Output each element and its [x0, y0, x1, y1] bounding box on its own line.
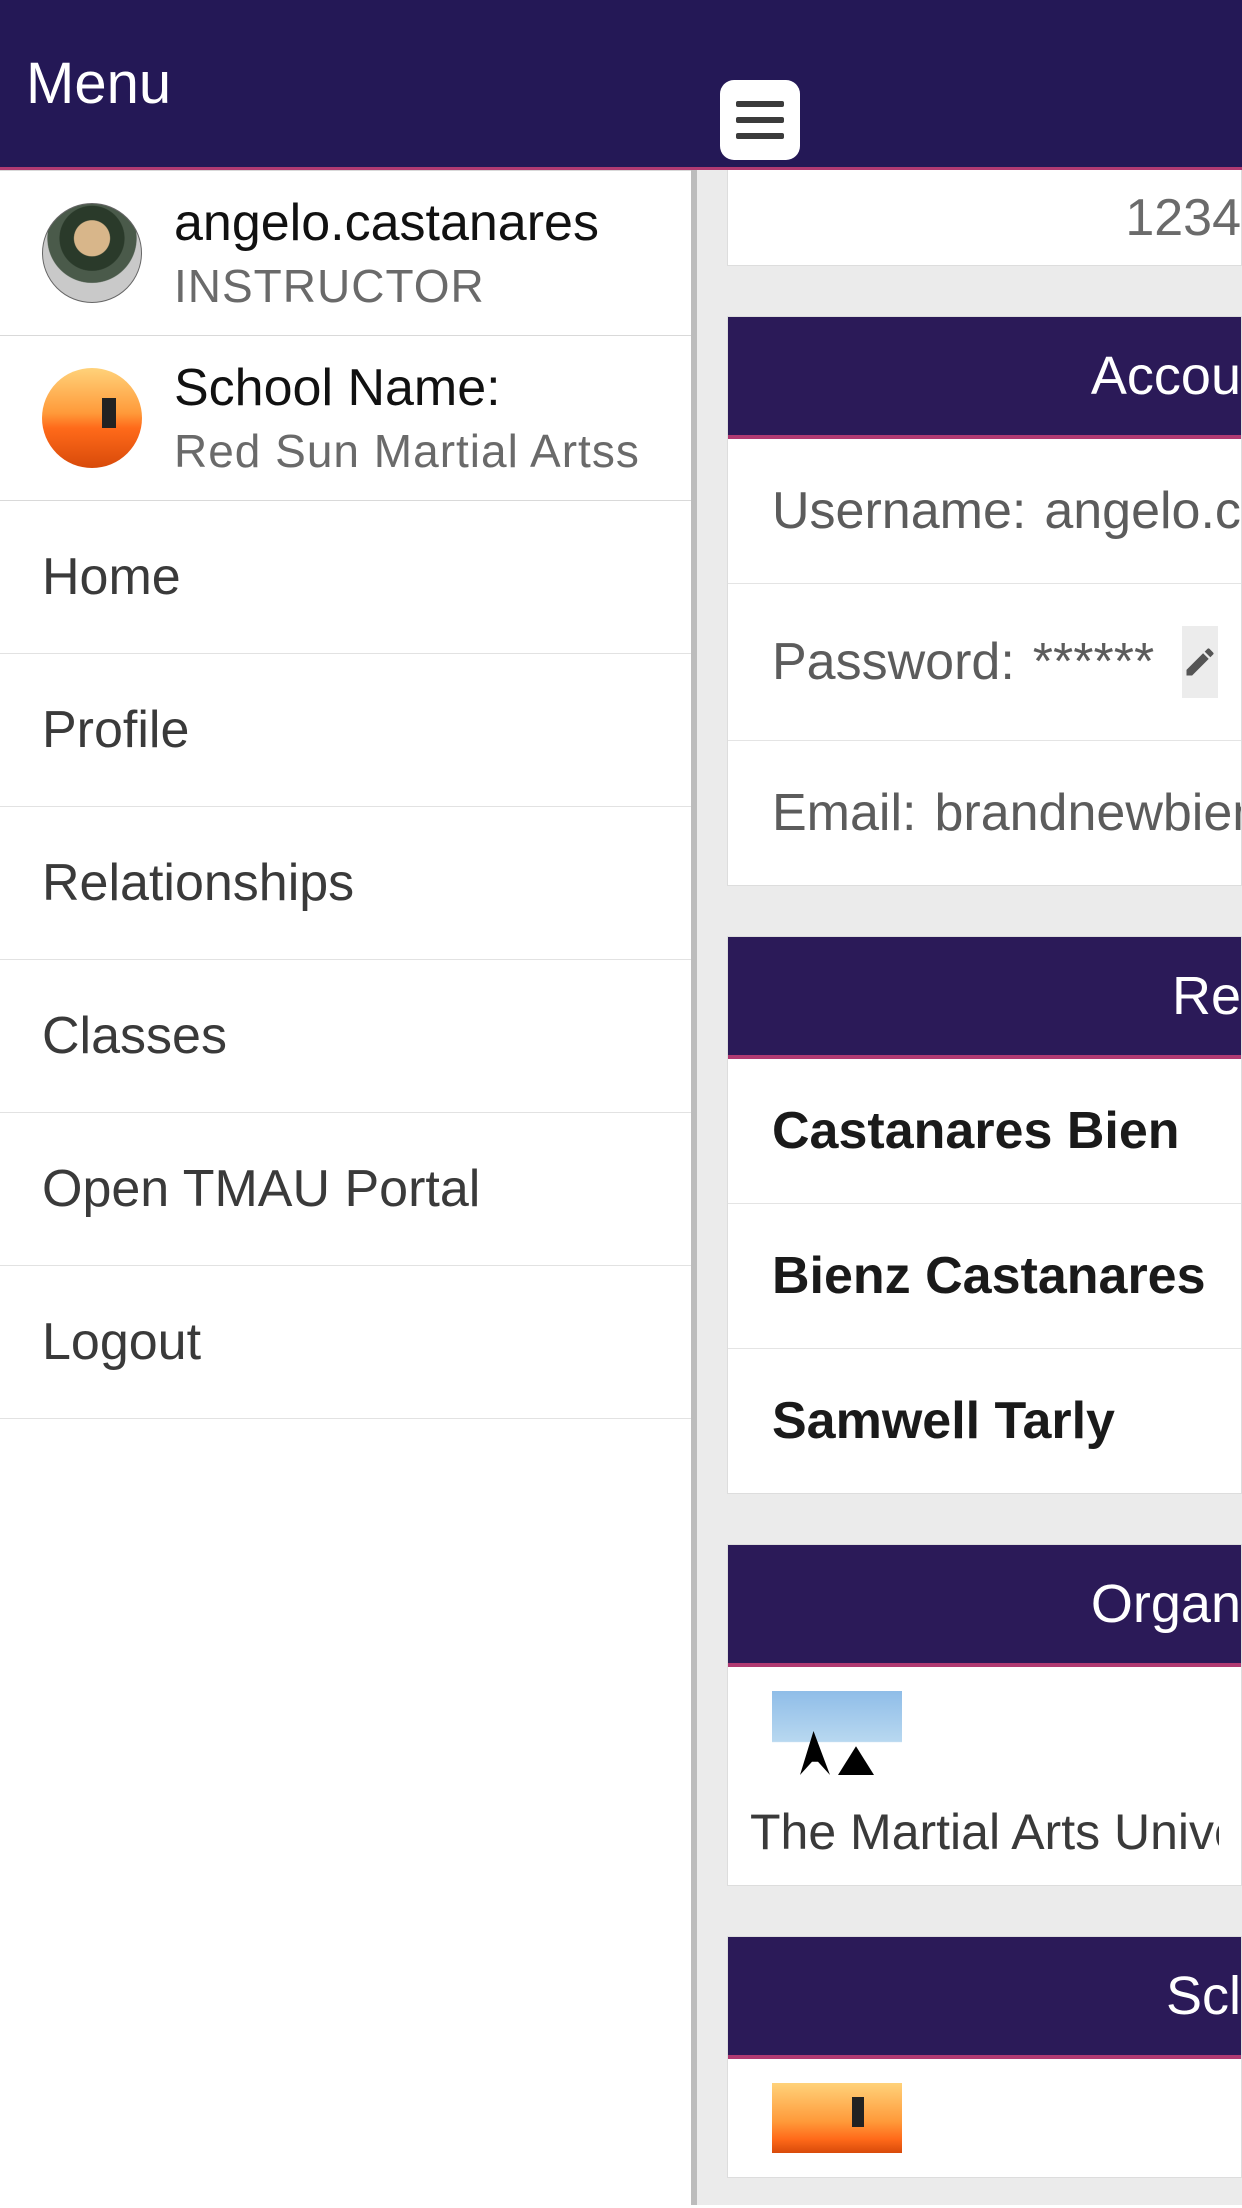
password-value: ******: [1033, 632, 1154, 692]
content-area: 1234 Accou Username: angelo.castar Passw…: [697, 170, 1242, 2205]
relationship-item[interactable]: Castanares Bien: [728, 1059, 1241, 1204]
school-card-header: Scl: [728, 1937, 1241, 2059]
account-card-header: Accou: [728, 317, 1241, 439]
school-avatar: [42, 368, 142, 468]
school-card: Scl: [727, 1936, 1242, 2178]
username-label: Username:: [772, 481, 1026, 541]
relationships-card: Re Castanares Bien Bienz Castanares Samw…: [727, 936, 1242, 1494]
account-email-row: Email: brandnewbien@gr: [728, 741, 1241, 885]
nav-classes[interactable]: Classes: [0, 960, 691, 1113]
account-password-row: Password: ******: [728, 584, 1241, 741]
relationships-card-header: Re: [728, 937, 1241, 1059]
sidebar-school-row[interactable]: School Name: Red Sun Martial Artss: [0, 336, 691, 501]
header-title: Menu: [26, 50, 171, 117]
body: angelo.castanares INSTRUCTOR School Name…: [0, 170, 1242, 2205]
hamburger-icon: [736, 101, 784, 107]
nav-open-tmau-portal[interactable]: Open TMAU Portal: [0, 1113, 691, 1266]
nav-profile[interactable]: Profile: [0, 654, 691, 807]
password-label: Password:: [772, 632, 1015, 692]
username-value: angelo.castar: [1044, 481, 1241, 541]
edit-password-button[interactable]: [1182, 626, 1218, 698]
sidebar-user-role: INSTRUCTOR: [174, 259, 599, 313]
menu-toggle-button[interactable]: [720, 80, 800, 160]
account-card: Accou Username: angelo.castar Password: …: [727, 316, 1242, 886]
nav-logout[interactable]: Logout: [0, 1266, 691, 1419]
pencil-icon: [1182, 644, 1218, 680]
email-value: brandnewbien@gr: [934, 783, 1241, 843]
nav-home[interactable]: Home: [0, 501, 691, 654]
sidebar-user-row[interactable]: angelo.castanares INSTRUCTOR: [0, 170, 691, 336]
school-item[interactable]: [728, 2083, 1241, 2177]
organization-caption: The Martial Arts Universi: [750, 1783, 1219, 1861]
user-avatar: [42, 203, 142, 303]
email-label: Email:: [772, 783, 916, 843]
app-header: Menu: [0, 0, 1242, 170]
account-username-row: Username: angelo.castar: [728, 439, 1241, 584]
organization-card-header: Organ: [728, 1545, 1241, 1667]
sidebar-user-name: angelo.castanares: [174, 193, 599, 253]
organization-card: Organ The Martial Arts Universi: [727, 1544, 1242, 1886]
organization-image: [772, 1691, 902, 1783]
sidebar-school-label: School Name:: [174, 358, 640, 418]
sidebar-school-value: Red Sun Martial Artss: [174, 424, 640, 478]
relationship-item[interactable]: Bienz Castanares: [728, 1204, 1241, 1349]
top-fragment: 1234: [727, 170, 1242, 266]
organization-item[interactable]: The Martial Arts Universi: [728, 1691, 1241, 1885]
sidebar: angelo.castanares INSTRUCTOR School Name…: [0, 170, 697, 2205]
school-image: [772, 2083, 902, 2153]
relationship-item[interactable]: Samwell Tarly: [728, 1349, 1241, 1493]
nav-relationships[interactable]: Relationships: [0, 807, 691, 960]
